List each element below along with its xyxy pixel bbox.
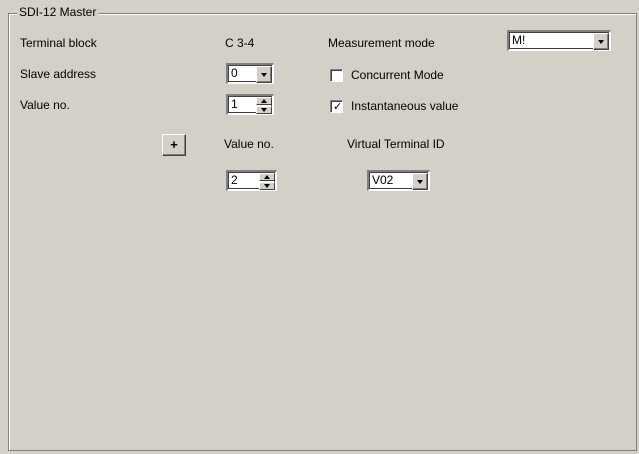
checkmark-icon: ✓ bbox=[333, 100, 343, 113]
value-no-spin-buttons[interactable] bbox=[256, 97, 272, 114]
concurrent-mode-label: Concurrent Mode bbox=[351, 68, 444, 82]
slave-address-label: Slave address bbox=[20, 67, 97, 81]
virtual-terminal-id-dropdown-button[interactable] bbox=[412, 173, 428, 190]
measurement-mode-value: M! bbox=[512, 33, 526, 47]
value-no-2-spinner[interactable]: 2 bbox=[226, 170, 277, 191]
add-button[interactable]: + bbox=[162, 134, 186, 156]
instantaneous-value-checkbox[interactable]: ✓ bbox=[330, 100, 343, 113]
value-no-2-value: 2 bbox=[231, 173, 238, 187]
value-no-value: 1 bbox=[231, 97, 238, 111]
chevron-down-icon bbox=[598, 40, 604, 44]
sdi12-master-groupbox bbox=[8, 13, 637, 451]
spin-down-button[interactable] bbox=[259, 182, 275, 190]
group-title: SDI-12 Master bbox=[17, 5, 99, 19]
terminal-block-value: C 3-4 bbox=[225, 36, 255, 50]
chevron-down-icon bbox=[417, 180, 423, 184]
arrow-down-icon bbox=[261, 108, 267, 112]
value-no-2-spin-buttons[interactable] bbox=[259, 173, 275, 190]
slave-address-dropdown-button[interactable] bbox=[256, 66, 272, 83]
measurement-mode-select[interactable]: M! bbox=[507, 30, 611, 51]
terminal-block-label: Terminal block bbox=[20, 36, 97, 50]
slave-address-value: 0 bbox=[231, 66, 238, 80]
spin-up-button[interactable] bbox=[256, 97, 272, 105]
virtual-terminal-id-select[interactable]: V02 bbox=[367, 170, 430, 191]
measurement-mode-dropdown-button[interactable] bbox=[593, 33, 609, 50]
slave-address-select[interactable]: 0 bbox=[226, 63, 274, 84]
instantaneous-value-label: Instantaneous value bbox=[351, 99, 459, 113]
value-no-spinner[interactable]: 1 bbox=[226, 94, 274, 115]
virtual-terminal-id-label: Virtual Terminal ID bbox=[347, 137, 445, 151]
spin-up-button[interactable] bbox=[259, 173, 275, 181]
chevron-down-icon bbox=[261, 73, 267, 77]
spin-down-button[interactable] bbox=[256, 106, 272, 114]
virtual-terminal-id-value: V02 bbox=[372, 173, 394, 187]
value-no-label: Value no. bbox=[20, 98, 70, 112]
value-no-column-label: Value no. bbox=[224, 137, 274, 151]
arrow-down-icon bbox=[264, 184, 270, 188]
arrow-up-icon bbox=[261, 99, 267, 103]
concurrent-mode-checkbox[interactable] bbox=[330, 69, 343, 82]
measurement-mode-label: Measurement mode bbox=[328, 36, 435, 50]
arrow-up-icon bbox=[264, 175, 270, 179]
